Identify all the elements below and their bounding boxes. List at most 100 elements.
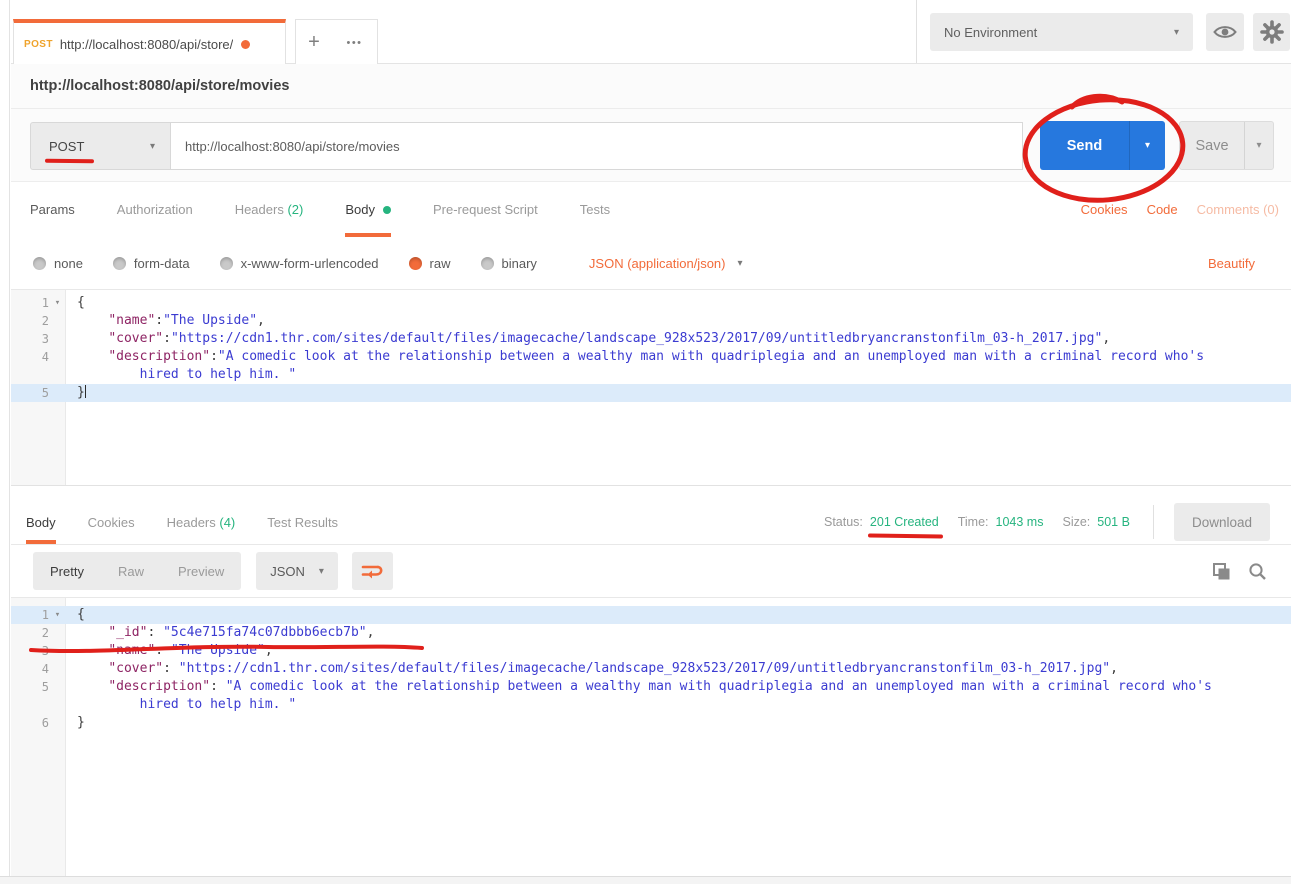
- text-cursor: [85, 385, 86, 398]
- response-format-selector[interactable]: JSON ▾: [256, 552, 338, 590]
- fold-caret-icon[interactable]: ▾: [49, 294, 66, 312]
- tab-body[interactable]: Body: [345, 182, 391, 237]
- send-button-label: Send: [1040, 121, 1129, 170]
- chevron-down-icon: ▾: [319, 566, 324, 577]
- method-select[interactable]: POST ▾: [30, 122, 171, 170]
- sidebar-edge: [0, 0, 10, 884]
- response-tab-test-results[interactable]: Test Results: [267, 500, 338, 544]
- send-options-caret[interactable]: ▾: [1129, 121, 1165, 170]
- chevron-down-icon: ▾: [150, 141, 155, 152]
- line-number: 2: [11, 312, 49, 330]
- chevron-down-icon: ▾: [1174, 27, 1179, 38]
- fold-caret-icon[interactable]: ▾: [49, 606, 66, 624]
- chevron-down-icon: ▾: [737, 258, 742, 269]
- content-type-selector[interactable]: JSON (application/json) ▾: [589, 256, 743, 271]
- body-type-raw[interactable]: raw: [409, 256, 451, 271]
- postman-app: POST http://localhost:8080/api/store/ + …: [0, 0, 1291, 884]
- environment-label: No Environment: [944, 25, 1037, 40]
- radio-icon: [220, 257, 233, 270]
- send-button[interactable]: Send ▾: [1040, 121, 1165, 170]
- request-url-heading: http://localhost:8080/api/store/movies: [30, 78, 289, 94]
- beautify-link[interactable]: Beautify: [1208, 256, 1255, 271]
- fold-spacer: [49, 642, 66, 660]
- tab-authorization[interactable]: Authorization: [117, 182, 193, 237]
- size-label: Size:: [1062, 515, 1090, 529]
- view-raw[interactable]: Raw: [101, 564, 161, 579]
- comments-link[interactable]: Comments (0): [1197, 202, 1279, 217]
- response-body-viewer[interactable]: 1▾{2 "_id": "5c4e715fa74c07dbbb6ecb7b",3…: [11, 597, 1291, 876]
- body-type-none[interactable]: none: [33, 256, 83, 271]
- response-headers-count: (4): [216, 515, 236, 530]
- view-pretty[interactable]: Pretty: [33, 564, 101, 579]
- fold-spacer: [49, 384, 66, 402]
- tab-tests[interactable]: Tests: [580, 182, 610, 237]
- radio-selected-icon: [409, 257, 422, 270]
- response-tab-headers[interactable]: Headers (4): [167, 500, 236, 544]
- code-line: 1▾{: [11, 606, 1291, 624]
- tab-method-badge: POST: [24, 39, 53, 50]
- response-view-switch: Pretty Raw Preview: [33, 552, 241, 590]
- wrap-lines-button[interactable]: [352, 552, 393, 590]
- unsaved-dot-icon: [241, 40, 250, 49]
- new-tab-button[interactable]: +: [295, 19, 333, 65]
- method-select-value: POST: [49, 139, 84, 154]
- code-line: 5 "description": "A comedic look at the …: [11, 678, 1291, 714]
- line-number: 5: [11, 384, 49, 402]
- copy-icon[interactable]: [1212, 562, 1231, 581]
- body-type-form-data[interactable]: form-data: [113, 256, 190, 271]
- topbar-divider: [916, 0, 917, 63]
- body-type-x-www-form-urlencoded[interactable]: x-www-form-urlencoded: [220, 256, 379, 271]
- code-link[interactable]: Code: [1147, 202, 1178, 217]
- time-label: Time:: [958, 515, 989, 529]
- code-line: 3 "name": "The Upside",: [11, 642, 1291, 660]
- request-links: Cookies Code Comments (0): [1081, 182, 1279, 237]
- status-value: 201 Created: [870, 515, 939, 529]
- tab-pre-request-script[interactable]: Pre-request Script: [433, 182, 538, 237]
- tab-headers[interactable]: Headers (2): [235, 182, 304, 237]
- line-number: 5: [11, 678, 49, 714]
- view-preview[interactable]: Preview: [161, 564, 241, 579]
- code-line: 6}: [11, 714, 1291, 732]
- line-number: 6: [11, 714, 49, 732]
- response-tab-body[interactable]: Body: [26, 500, 56, 544]
- radio-icon: [113, 257, 126, 270]
- gear-icon: [1260, 20, 1284, 44]
- cookies-link[interactable]: Cookies: [1081, 202, 1128, 217]
- request-builder: POST ▾ Send ▾ Save ▾: [11, 109, 1291, 182]
- content-type-label: JSON (application/json): [589, 256, 726, 271]
- line-number: 2: [11, 624, 49, 642]
- line-number: 1: [11, 606, 49, 624]
- settings-button[interactable]: [1253, 13, 1290, 51]
- url-input[interactable]: [171, 122, 1023, 170]
- status-bar: [0, 876, 1291, 884]
- code-line: 4 "description":"A comedic look at the r…: [11, 348, 1291, 384]
- fold-spacer: [49, 660, 66, 678]
- request-title-band: http://localhost:8080/api/store/movies: [11, 64, 1291, 109]
- search-icon[interactable]: [1248, 562, 1267, 581]
- line-number: 3: [11, 330, 49, 348]
- save-options-caret[interactable]: ▾: [1244, 122, 1273, 169]
- response-format-label: JSON: [270, 564, 305, 579]
- save-button[interactable]: Save ▾: [1179, 121, 1274, 170]
- line-number: 1: [11, 294, 49, 312]
- response-tab-cookies[interactable]: Cookies: [88, 500, 135, 544]
- fold-spacer: [49, 348, 66, 384]
- red-underline-annotation: [868, 533, 943, 538]
- request-tabs: Params Authorization Headers (2) Body Pr…: [11, 182, 1291, 237]
- request-tab[interactable]: POST http://localhost:8080/api/store/: [13, 19, 286, 65]
- tab-params[interactable]: Params: [30, 182, 75, 237]
- status-label: Status:: [824, 515, 863, 529]
- fold-spacer: [49, 624, 66, 642]
- code-line: 3 "cover":"https://cdn1.thr.com/sites/de…: [11, 330, 1291, 348]
- environment-quick-look-button[interactable]: [1206, 13, 1244, 51]
- environment-selector[interactable]: No Environment ▾: [930, 13, 1193, 51]
- tab-options-button[interactable]: •••: [332, 19, 378, 65]
- body-type-binary[interactable]: binary: [481, 256, 537, 271]
- line-number: 3: [11, 642, 49, 660]
- request-body-editor[interactable]: 1▾{2 "name":"The Upside",3 "cover":"http…: [11, 289, 1291, 486]
- radio-icon: [481, 257, 494, 270]
- code-line: 5}: [11, 384, 1291, 402]
- body-has-content-dot-icon: [383, 206, 391, 214]
- download-button[interactable]: Download: [1174, 503, 1270, 541]
- eye-icon: [1213, 23, 1237, 41]
